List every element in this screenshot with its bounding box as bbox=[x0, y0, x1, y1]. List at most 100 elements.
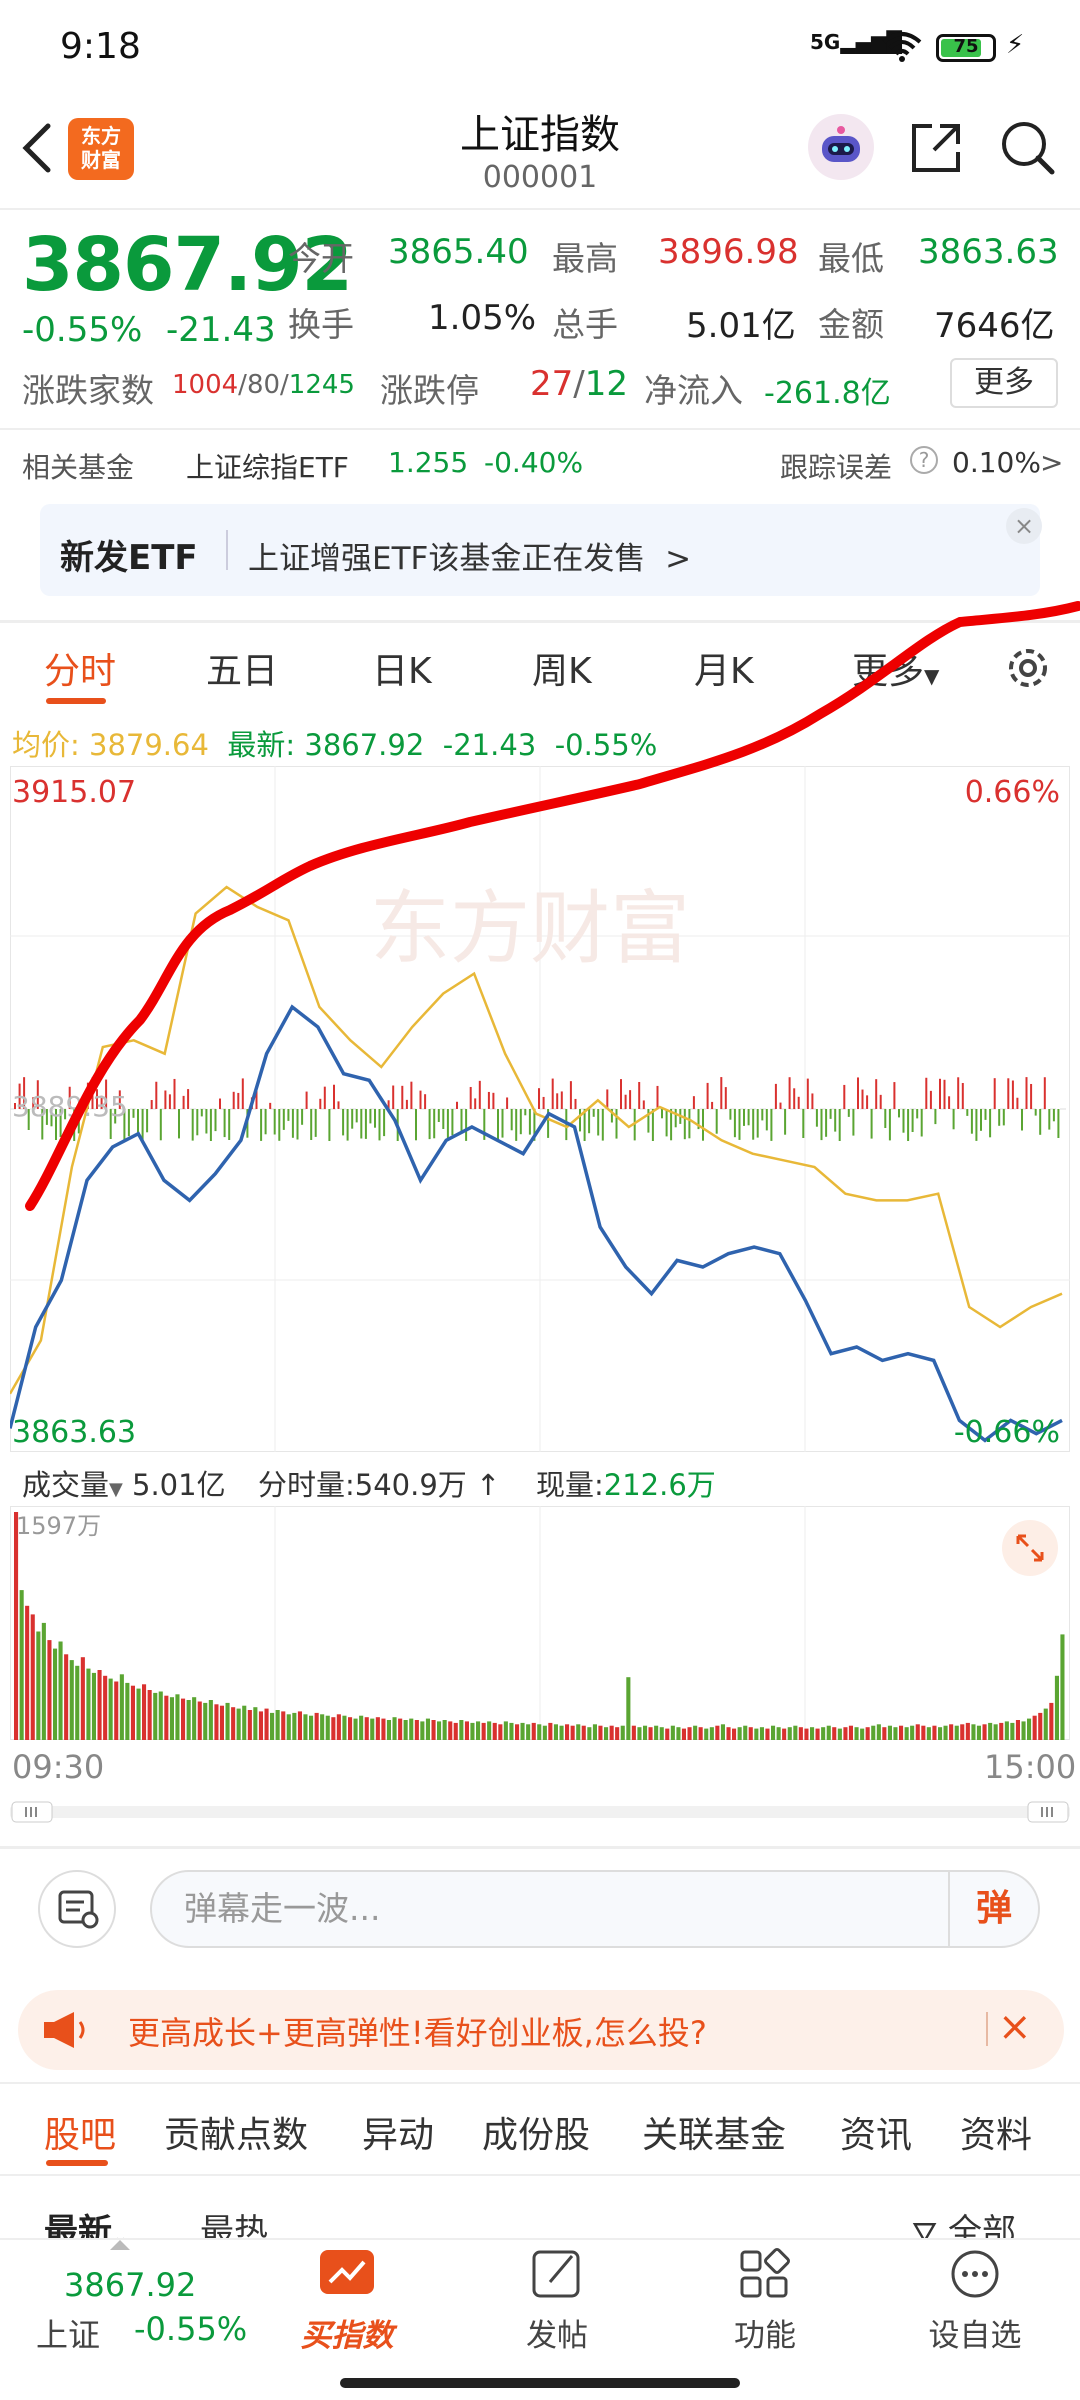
volume-bar bbox=[158, 1691, 163, 1740]
volume-value: 5.01亿 bbox=[686, 306, 796, 346]
volume-bar bbox=[119, 1674, 124, 1740]
add-watchlist-icon[interactable] bbox=[940, 2246, 1010, 2306]
volume-bar bbox=[464, 1721, 469, 1740]
divider bbox=[0, 1846, 1080, 1849]
volume-bar bbox=[570, 1725, 575, 1740]
volume-bar bbox=[97, 1670, 102, 1740]
limit-label: 涨跌停 bbox=[380, 371, 479, 410]
nav-functions[interactable]: 功能 bbox=[695, 2310, 835, 2355]
volume-bar bbox=[270, 1712, 275, 1740]
volume-bar bbox=[826, 1725, 831, 1740]
close-icon[interactable]: × bbox=[1006, 508, 1042, 544]
start-time-label: 09:30 bbox=[12, 1748, 105, 1786]
volume-bar bbox=[1010, 1722, 1015, 1740]
tab-profile[interactable]: 资料 bbox=[960, 2106, 1032, 2158]
volume-bar bbox=[620, 1725, 625, 1740]
volume-bar bbox=[64, 1654, 69, 1740]
tab-news[interactable]: 资讯 bbox=[840, 2106, 912, 2158]
time-range-scrollbar[interactable] bbox=[10, 1800, 1070, 1824]
barrage-input[interactable]: 弹幕走一波... bbox=[150, 1870, 1040, 1948]
volume-bar bbox=[453, 1722, 458, 1740]
barrage-send-button[interactable]: 弹 bbox=[948, 1872, 1038, 1946]
volume-bar bbox=[231, 1707, 236, 1740]
expand-icon bbox=[1002, 1520, 1058, 1576]
nav-add-watchlist[interactable]: 设自选 bbox=[905, 2310, 1045, 2355]
volume-bar bbox=[709, 1727, 714, 1740]
fund-label: 相关基金 bbox=[22, 451, 135, 484]
volume-bar bbox=[309, 1715, 314, 1740]
volume-bar bbox=[771, 1725, 776, 1740]
volume-bar bbox=[665, 1728, 670, 1740]
help-icon[interactable]: ? bbox=[910, 446, 938, 474]
minute-volume: 分时量:540.9万 ↑ bbox=[258, 1468, 501, 1502]
back-icon[interactable] bbox=[18, 118, 58, 178]
barrage-settings-icon[interactable] bbox=[38, 1870, 116, 1948]
tab-contribution[interactable]: 贡献点数 bbox=[164, 2106, 308, 2158]
promo-close-icon[interactable]: × bbox=[998, 2004, 1032, 2050]
volume-bar bbox=[982, 1724, 987, 1740]
volume-bar bbox=[765, 1728, 770, 1740]
buy-index-icon[interactable] bbox=[312, 2246, 382, 2306]
volume-bar bbox=[782, 1728, 787, 1740]
volume-bar bbox=[759, 1727, 764, 1740]
share-icon[interactable] bbox=[906, 118, 966, 178]
volume-bar bbox=[281, 1711, 286, 1740]
volume-bar bbox=[643, 1725, 648, 1740]
volume-bar bbox=[871, 1725, 876, 1740]
tab-abnormal[interactable]: 异动 bbox=[362, 2106, 434, 2158]
volume-bar bbox=[732, 1728, 737, 1740]
volume-bar bbox=[431, 1720, 436, 1740]
volume-bar bbox=[1004, 1721, 1009, 1740]
amount-value: 7646亿 bbox=[934, 306, 1055, 346]
fund-price: 1.255 bbox=[388, 446, 469, 479]
divider bbox=[0, 428, 1080, 430]
volume-bar bbox=[1060, 1634, 1065, 1740]
volume-bar bbox=[860, 1728, 865, 1740]
volume-bar bbox=[192, 1697, 197, 1740]
turnover-value: 1.05% bbox=[428, 298, 537, 338]
tab-constituents[interactable]: 成份股 bbox=[482, 2106, 590, 2158]
assistant-avatar-icon[interactable] bbox=[808, 114, 874, 180]
volume-bar bbox=[921, 1725, 926, 1740]
volume-bar bbox=[637, 1727, 642, 1740]
volume-bar bbox=[359, 1715, 364, 1740]
volume-bar bbox=[576, 1724, 581, 1740]
volume-bar bbox=[654, 1725, 659, 1740]
volume-bar bbox=[53, 1648, 58, 1740]
volume-bar bbox=[726, 1727, 731, 1740]
volume-bar bbox=[409, 1718, 414, 1740]
tab-guba[interactable]: 股吧 bbox=[44, 2106, 116, 2158]
volume-chart[interactable]: 1597万 bbox=[10, 1506, 1070, 1740]
volume-bar bbox=[181, 1698, 186, 1740]
volume-bar bbox=[147, 1690, 152, 1740]
turnover-label: 换手 bbox=[288, 305, 354, 344]
volume-bar bbox=[999, 1722, 1004, 1740]
fund-name[interactable]: 上证综指ETF bbox=[186, 446, 349, 486]
functions-icon[interactable] bbox=[730, 2246, 800, 2306]
annotation-stroke bbox=[25, 601, 1080, 1211]
volume-bar bbox=[737, 1727, 742, 1740]
post-icon[interactable] bbox=[522, 2246, 592, 2306]
promo-divider bbox=[986, 2012, 988, 2046]
tracking-arrow[interactable]: > bbox=[1040, 446, 1063, 479]
nav-post[interactable]: 发帖 bbox=[487, 2310, 627, 2355]
volume-bar bbox=[381, 1718, 386, 1740]
volume-bar bbox=[75, 1665, 80, 1740]
volume-bar bbox=[297, 1711, 302, 1740]
search-icon[interactable] bbox=[998, 118, 1058, 178]
volume-bar bbox=[1043, 1708, 1048, 1740]
volume-bar bbox=[670, 1725, 675, 1740]
tab-related-funds[interactable]: 关联基金 bbox=[642, 2106, 786, 2158]
nav-buy-index[interactable]: 买指数 bbox=[277, 2310, 417, 2355]
volume-label[interactable]: 成交量▼ bbox=[22, 1462, 123, 1504]
more-button[interactable]: 更多 bbox=[950, 358, 1058, 408]
volume-bar bbox=[754, 1728, 759, 1740]
volume-bar bbox=[548, 1722, 553, 1740]
volume-bar bbox=[848, 1725, 853, 1740]
volume-bar bbox=[565, 1724, 570, 1740]
volume-bar bbox=[253, 1707, 258, 1740]
etf-banner-title: 新发ETF bbox=[60, 538, 198, 578]
volume-bar bbox=[481, 1722, 486, 1740]
volume-bar bbox=[69, 1660, 74, 1740]
volume-bar bbox=[748, 1727, 753, 1740]
